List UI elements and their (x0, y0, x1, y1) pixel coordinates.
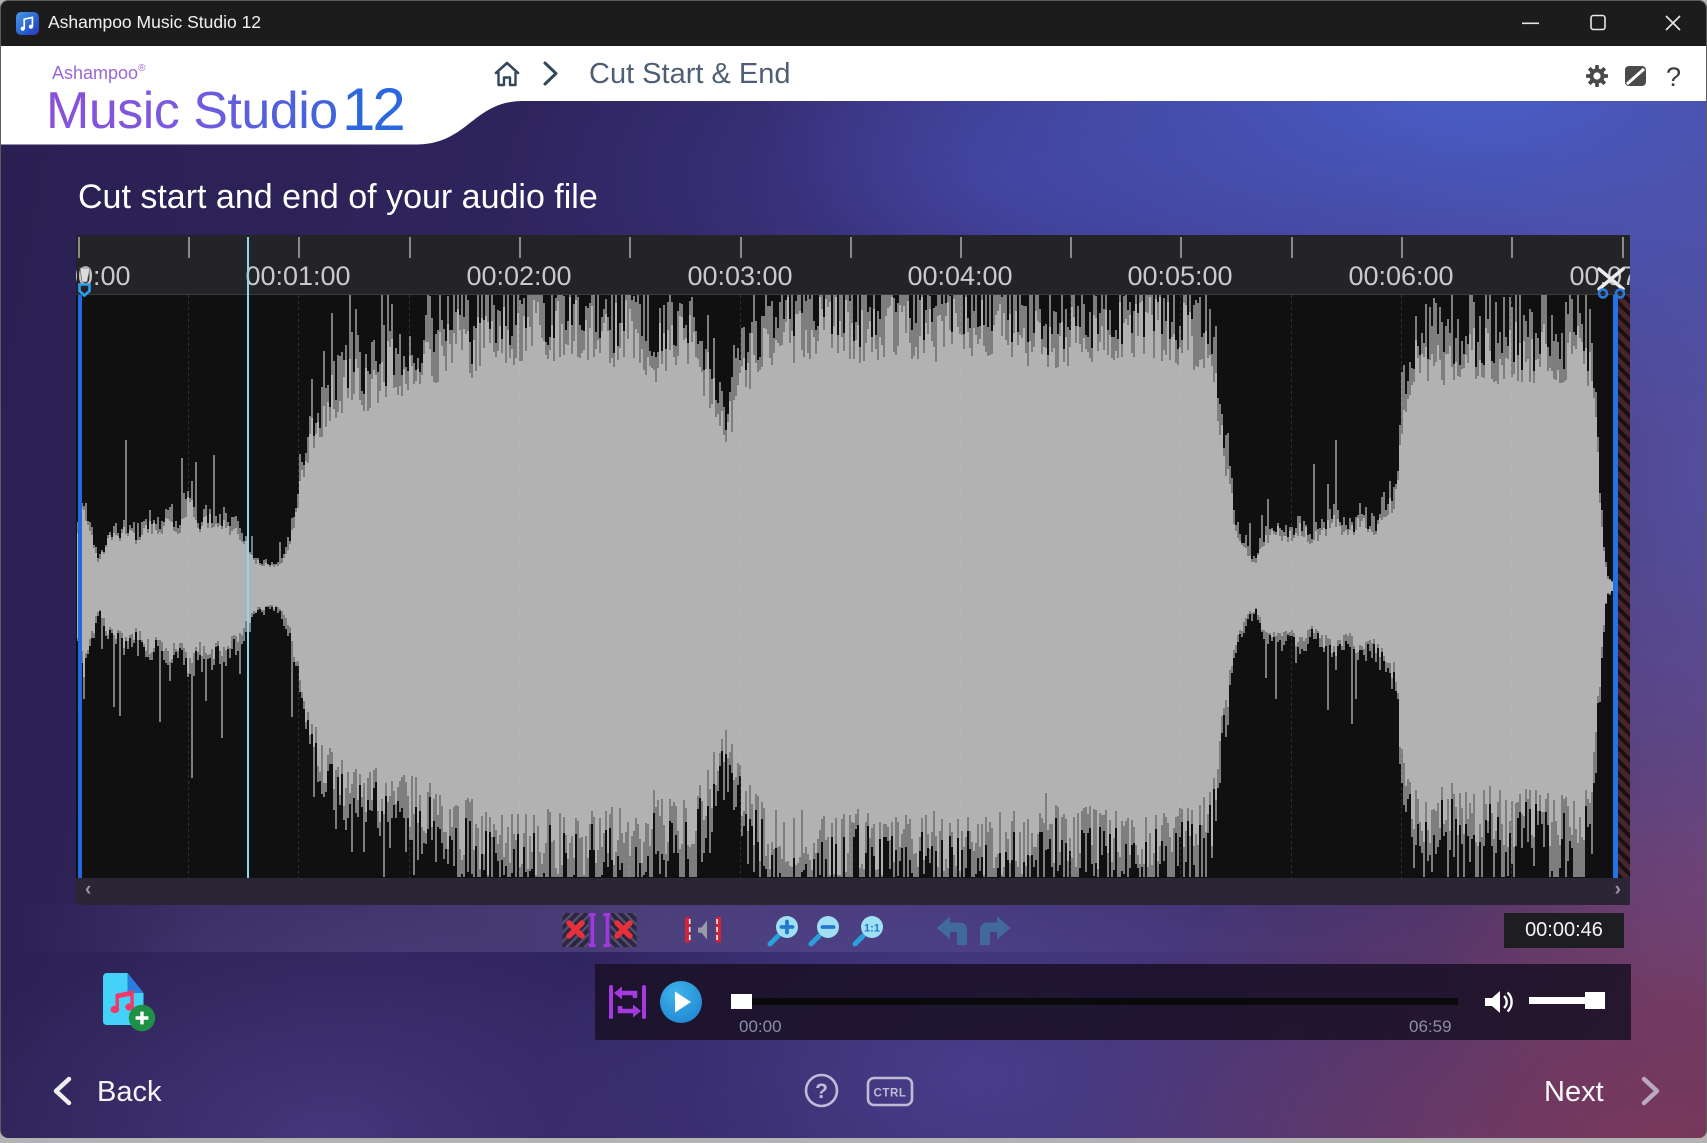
svg-text:?: ? (1666, 62, 1681, 92)
svg-text:1:1: 1:1 (864, 923, 880, 935)
svg-text:CTRL: CTRL (873, 1088, 906, 1100)
svg-text:?: ? (815, 1080, 828, 1103)
